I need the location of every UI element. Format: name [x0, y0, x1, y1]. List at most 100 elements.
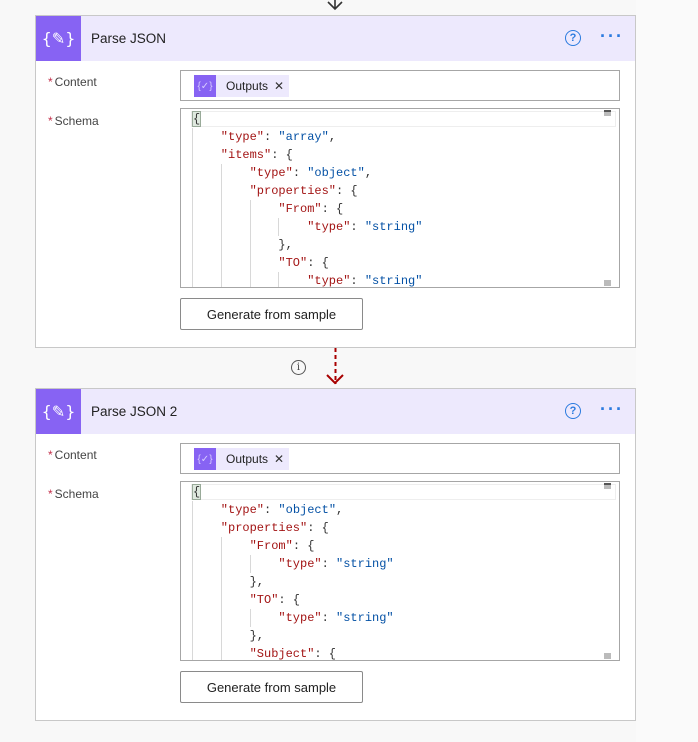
generate-from-sample-button[interactable]: Generate from sample: [180, 298, 363, 330]
json-punct: : {: [307, 521, 329, 535]
code-line: },: [250, 627, 264, 645]
json-key: "TO": [278, 256, 308, 270]
json-punct: :: [321, 611, 337, 625]
json-key: "properties": [249, 184, 337, 198]
indent-guide: [192, 555, 193, 573]
json-punct: {: [192, 111, 202, 127]
indent-guide: [220, 164, 222, 182]
scrollbar-thumb[interactable]: [604, 110, 611, 116]
code-line: },: [278, 236, 292, 254]
json-key: "properties": [220, 521, 308, 535]
json-key: "Subject": [249, 647, 315, 661]
current-line-highlight: [191, 111, 616, 127]
code-line: "type": "object",: [221, 501, 343, 519]
content-input[interactable]: {✓} Outputs ✕: [180, 70, 620, 101]
code-line: "TO": {: [250, 591, 300, 609]
generate-from-sample-button[interactable]: Generate from sample: [180, 671, 363, 703]
code-line: "Subject": {: [249, 645, 336, 661]
close-icon[interactable]: ✕: [274, 79, 284, 93]
json-punct: :: [350, 220, 365, 234]
json-punct: : {: [307, 256, 329, 270]
indent-guide: [192, 591, 193, 609]
token-label: Outputs: [226, 79, 269, 93]
indent-guide: [192, 609, 193, 627]
indent-guide: [192, 627, 193, 645]
json-string: "object": [307, 166, 365, 180]
indent-guide: [220, 254, 222, 272]
indent-guide: [220, 591, 222, 609]
json-punct: },: [278, 238, 293, 252]
indent-guide: [249, 609, 251, 627]
content-input[interactable]: {✓} Outputs ✕: [180, 443, 620, 474]
json-string: "string": [336, 611, 394, 625]
json-key: "From": [249, 539, 293, 553]
info-icon[interactable]: i: [291, 360, 306, 375]
code-line: "type": "string": [307, 218, 422, 236]
card-title[interactable]: Parse JSON: [91, 31, 166, 46]
indent-guide: [192, 272, 193, 287]
schema-label: * Schema: [48, 114, 99, 128]
json-punct: :: [264, 130, 279, 144]
token-label: Outputs: [226, 452, 269, 466]
schema-editor[interactable]: {"type": "object", "properties": {"From":…: [180, 481, 620, 661]
indent-guide: [220, 200, 222, 218]
json-string: "string": [364, 220, 423, 234]
json-string: "object": [278, 503, 337, 517]
json-key: "type": [307, 274, 351, 288]
indent-guide: [249, 272, 251, 287]
parse-json-card: {✎} Parse JSON ? ··· * Content {✓} Output…: [35, 15, 636, 348]
ellipsis-icon[interactable]: ···: [600, 399, 624, 420]
code-line: "type": "object",: [250, 164, 372, 182]
indent-guide: [192, 128, 193, 146]
scrollbar-arrow[interactable]: [604, 280, 611, 286]
json-punct: },: [249, 629, 264, 643]
indent-guide: [192, 501, 193, 519]
scrollbar-arrow[interactable]: [604, 653, 611, 659]
schema-editor[interactable]: {"type": "array", "items": {"type": "obje…: [180, 108, 620, 288]
json-punct: : {: [321, 202, 344, 216]
card-header[interactable]: {✎} Parse JSON ? ···: [36, 16, 635, 61]
code-line: "type": "string": [278, 555, 393, 573]
json-punct: ,: [364, 166, 373, 180]
indent-guide: [192, 645, 193, 660]
indent-guide: [249, 218, 251, 236]
json-punct: :: [292, 166, 308, 180]
scrollbar-thumb[interactable]: [604, 483, 611, 489]
indent-guide: [278, 272, 280, 287]
card-header[interactable]: {✎} Parse JSON 2 ? ···: [36, 389, 635, 434]
json-braces-icon: {✎}: [36, 389, 81, 434]
code-line: {: [192, 483, 202, 501]
indent-guide: [220, 537, 222, 555]
json-braces-icon: {✎}: [36, 16, 81, 61]
json-punct: ,: [336, 503, 344, 517]
code-line: "items": {: [221, 146, 293, 164]
code-line: {: [192, 110, 202, 128]
json-punct: : {: [278, 593, 301, 607]
content-label: * Content: [48, 448, 97, 462]
code-line: "TO": {: [278, 254, 328, 272]
json-string: "string": [364, 274, 423, 288]
code-line: "properties": {: [250, 182, 358, 200]
close-icon[interactable]: ✕: [274, 452, 284, 466]
indent-guide: [192, 254, 193, 272]
json-string: "string": [336, 557, 394, 571]
indent-guide: [220, 573, 222, 591]
question-circle-icon[interactable]: ?: [565, 403, 581, 419]
content-label: * Content: [48, 75, 97, 89]
json-punct: :: [350, 274, 365, 288]
code-line: },: [250, 573, 264, 591]
indent-guide: [192, 182, 193, 200]
indent-guide: [220, 218, 222, 236]
question-circle-icon[interactable]: ?: [565, 30, 581, 46]
card-title[interactable]: Parse JSON 2: [91, 404, 177, 419]
ellipsis-icon[interactable]: ···: [600, 26, 624, 47]
json-key: "TO": [249, 593, 279, 607]
indent-guide: [220, 645, 222, 660]
json-key: "type": [220, 130, 265, 144]
json-key: "From": [278, 202, 322, 216]
json-key: "items": [220, 148, 272, 162]
indent-guide: [249, 236, 251, 254]
json-punct: },: [249, 575, 264, 589]
json-key: "type": [278, 611, 322, 625]
indent-guide: [192, 537, 193, 555]
